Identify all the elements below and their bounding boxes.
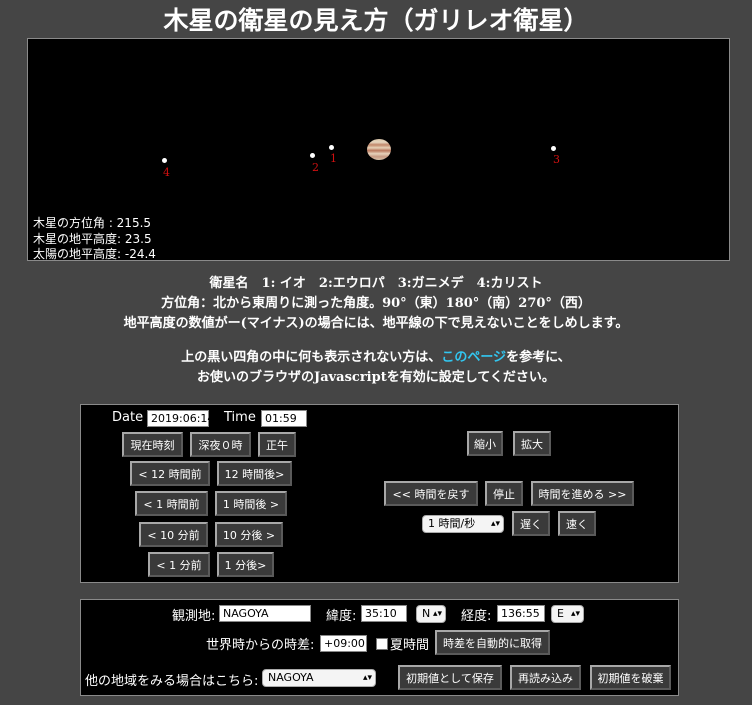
minus-12h-button[interactable]: < 12 時間前 — [130, 461, 210, 486]
time-control-panel: Date 2019:06:14 Time 01:59 現在時刻 深夜０時 正午 … — [80, 404, 679, 583]
longitude-input[interactable]: 136:55 — [497, 605, 545, 622]
forward-button[interactable]: 時間を進める >> — [531, 481, 634, 506]
javascript-note-pre: 上の黒い四角の中に何も表示されない方は、 — [181, 350, 442, 365]
minus-1h-button[interactable]: < 1 時間前 — [135, 491, 208, 516]
plus-1m-button[interactable]: 1 分後> — [217, 552, 274, 577]
faster-button[interactable]: 速く — [558, 511, 596, 536]
moon-label-3: 3 — [553, 153, 560, 166]
noon-button[interactable]: 正午 — [258, 432, 296, 457]
javascript-note-2: お使いのブラウザのJavascriptを有効に設定してください。 — [197, 370, 555, 385]
updown-arrows-icon: ▴▾ — [570, 609, 580, 619]
jupiter-altitude: 木星の地平高度: 23.5 — [33, 232, 152, 246]
zoom-in-button[interactable]: 拡大 — [513, 431, 551, 456]
javascript-note-1: 上の黒い四角の中に何も表示されない方は、このページを参考に、 — [0, 348, 752, 368]
moon-label-1: 1 — [330, 152, 337, 165]
speed-select[interactable]: 1 時間/秒 ▴▾ — [422, 515, 504, 533]
reload-button[interactable]: 再読み込み — [510, 665, 581, 690]
other-region-label: 他の地域をみる場合はこちら: — [85, 674, 259, 689]
place-label: 観測地: — [172, 609, 216, 624]
moon-4 — [162, 158, 167, 163]
updown-arrows-icon: ▴▾ — [490, 519, 500, 529]
timezone-label: 世界時からの時差: — [206, 638, 315, 653]
sun-altitude: 太陽の地平高度: -24.4 — [33, 247, 156, 261]
time-label: Time — [224, 410, 256, 425]
rewind-button[interactable]: << 時間を戻す — [384, 481, 478, 506]
dst-checkbox[interactable] — [376, 638, 388, 650]
place-input[interactable]: NAGOYA — [219, 605, 311, 622]
location-panel: 観測地: NAGOYA 緯度: 35:10 N ▴▾ 経度: 136:55 E … — [80, 599, 679, 696]
slower-button[interactable]: 遅く — [512, 511, 550, 536]
latitude-direction-select[interactable]: N ▴▾ — [416, 605, 446, 623]
latitude-direction-value: N — [422, 607, 431, 620]
updown-arrows-icon: ▴▾ — [362, 673, 372, 683]
region-select-value: NAGOYA — [268, 671, 314, 684]
zoom-out-button[interactable]: 縮小 — [467, 431, 503, 456]
altitude-note: 地平高度の数値がー(マイナス)の場合には、地平線の下で見えないことをしめします。 — [123, 316, 629, 331]
save-defaults-button[interactable]: 初期値として保存 — [398, 665, 502, 690]
latitude-label: 緯度: — [326, 609, 357, 624]
moon-label-2: 2 — [312, 161, 319, 174]
plus-12h-button[interactable]: 12 時間後> — [217, 461, 292, 486]
help-page-link[interactable]: このページ — [441, 350, 506, 365]
page-title: 木星の衛星の見え方（ガリレオ衛星） — [163, 6, 589, 35]
moon-label-4: 4 — [163, 166, 170, 179]
latitude-input[interactable]: 35:10 — [361, 605, 407, 622]
azimuth-note: 方位角：北から東周りに測った角度。90°（東）180°（南）270°（西） — [161, 296, 591, 311]
time-input[interactable]: 01:59 — [261, 410, 307, 427]
updown-arrows-icon: ▴▾ — [432, 609, 442, 619]
satellite-legend: 衛星名 1: イオ 2:エウロパ 3:ガニメデ 4:カリスト — [209, 276, 543, 291]
midnight-button[interactable]: 深夜０時 — [190, 432, 251, 457]
plus-10m-button[interactable]: 10 分後 > — [215, 522, 283, 547]
minus-1m-button[interactable]: < 1 分前 — [148, 552, 210, 577]
longitude-direction-value: E — [557, 607, 564, 620]
longitude-direction-select[interactable]: E ▴▾ — [551, 605, 584, 623]
region-select[interactable]: NAGOYA ▴▾ — [262, 669, 376, 687]
now-button[interactable]: 現在時刻 — [122, 432, 183, 457]
plus-1h-button[interactable]: 1 時間後 > — [215, 491, 287, 516]
minus-10m-button[interactable]: < 10 分前 — [139, 522, 208, 547]
moon-1 — [329, 145, 334, 150]
javascript-note-post: を参考に、 — [506, 350, 571, 365]
date-input[interactable]: 2019:06:14 — [147, 410, 214, 427]
timezone-input[interactable]: +09:00 — [320, 635, 367, 652]
jupiter-azimuth: 木星の方位角 : 215.5 — [33, 216, 152, 230]
longitude-label: 経度: — [461, 609, 492, 624]
discard-defaults-button[interactable]: 初期値を破棄 — [590, 665, 671, 690]
moon-3 — [551, 146, 556, 151]
dst-label: 夏時間 — [390, 638, 430, 653]
stop-button[interactable]: 停止 — [485, 481, 523, 506]
date-label: Date — [112, 410, 144, 425]
sky-view: 4 2 1 3 木星の方位角 : 215.5 木星の地平高度: 23.5 太陽の… — [27, 38, 730, 261]
moon-2 — [310, 153, 315, 158]
speed-select-value: 1 時間/秒 — [428, 517, 476, 530]
jupiter — [367, 139, 391, 160]
auto-timezone-button[interactable]: 時差を自動的に取得 — [435, 630, 550, 655]
